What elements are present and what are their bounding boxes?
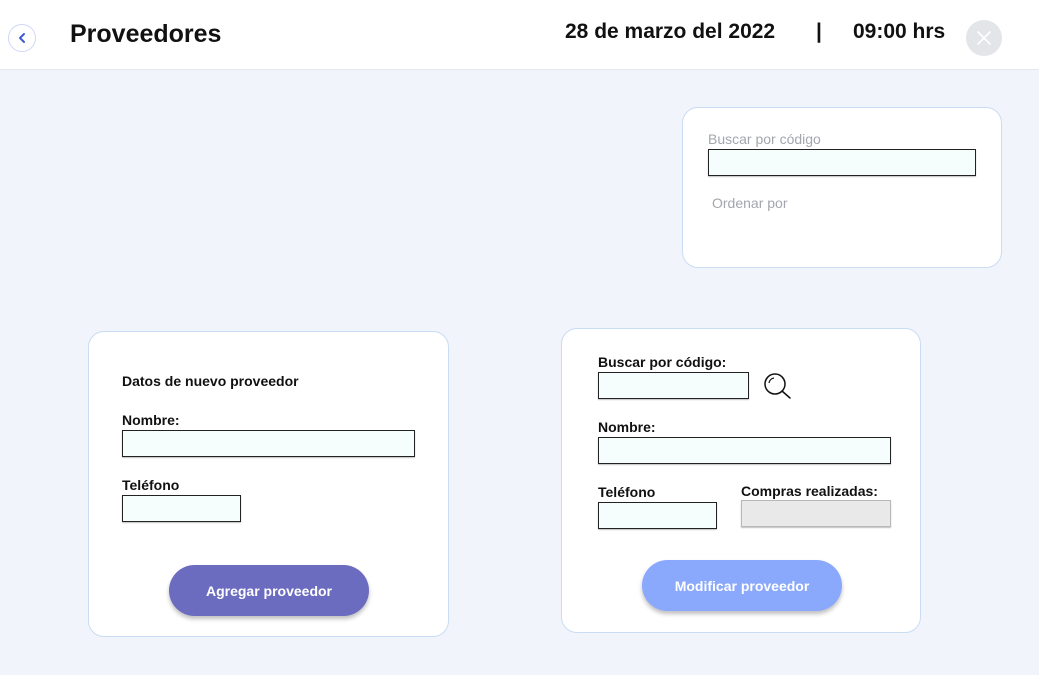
header-date: 28 de marzo del 2022 — [565, 20, 776, 43]
purchases-field — [741, 500, 891, 527]
edit-supplier-card: Buscar por código: Nombre: Teléfono Comp… — [561, 328, 921, 633]
new-name-label: Nombre: — [122, 412, 180, 428]
back-button[interactable] — [8, 24, 36, 52]
edit-phone-label: Teléfono — [598, 484, 656, 500]
header-separator: | — [816, 20, 822, 43]
edit-name-label: Nombre: — [598, 419, 656, 435]
chevron-left-icon — [19, 33, 25, 43]
header-time: 09:00 hrs — [853, 20, 946, 43]
filter-card: Buscar por código Ordenar por — [682, 107, 1002, 268]
new-name-input[interactable] — [122, 430, 415, 457]
edit-phone-input[interactable] — [598, 502, 717, 529]
close-button[interactable] — [966, 20, 1002, 56]
edit-search-input[interactable] — [598, 372, 749, 399]
new-supplier-card: Datos de nuevo proveedor Nombre: Teléfon… — [88, 331, 449, 637]
page-title: Proveedores — [70, 20, 222, 48]
order-by-label[interactable]: Ordenar por — [712, 195, 787, 211]
header-bar: Proveedores 28 de marzo del 2022 | 09:00… — [0, 0, 1039, 70]
new-supplier-title: Datos de nuevo proveedor — [122, 373, 299, 389]
new-phone-label: Teléfono — [122, 477, 180, 493]
modify-supplier-button[interactable]: Modificar proveedor — [642, 560, 842, 611]
add-supplier-button[interactable]: Agregar proveedor — [169, 565, 369, 616]
filter-search-label: Buscar por código — [708, 131, 821, 147]
new-phone-input[interactable] — [122, 495, 241, 522]
edit-name-input[interactable] — [598, 437, 891, 464]
edit-search-label: Buscar por código: — [598, 354, 727, 370]
close-icon — [977, 31, 991, 45]
search-icon[interactable] — [762, 371, 794, 401]
filter-search-input[interactable] — [708, 149, 976, 176]
purchases-label: Compras realizadas: — [741, 483, 878, 499]
